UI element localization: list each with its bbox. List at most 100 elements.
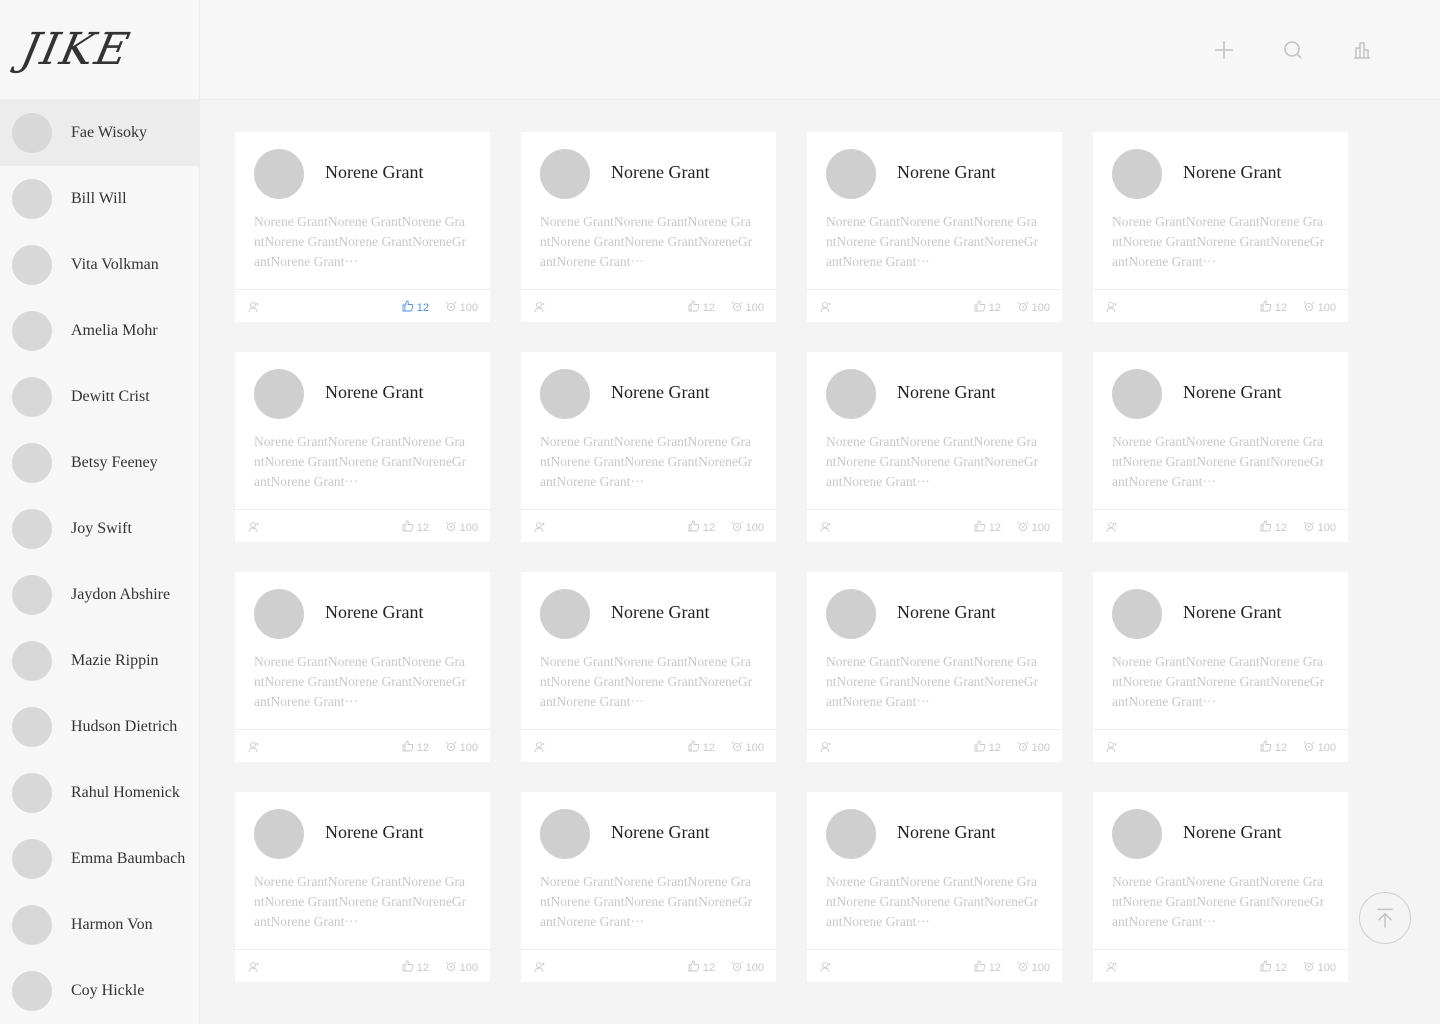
author-avatar[interactable]	[540, 369, 590, 419]
post-card[interactable]: Norene Grant Norene GrantNorene GrantNore…	[235, 132, 490, 322]
like-button[interactable]: 12	[402, 300, 429, 315]
author-avatar[interactable]	[826, 809, 876, 859]
follow-user-icon[interactable]	[1106, 961, 1117, 973]
sidebar-user-item[interactable]: Mazie Rippin	[0, 628, 199, 694]
follow-user-icon[interactable]	[248, 961, 259, 973]
sidebar-user-item[interactable]: Coy Hickle	[0, 958, 199, 1024]
author-avatar[interactable]	[1112, 809, 1162, 859]
sidebar-user-item[interactable]: Dewitt Crist	[0, 364, 199, 430]
follow-user-icon[interactable]	[248, 741, 259, 753]
author-avatar[interactable]	[540, 149, 590, 199]
author-name[interactable]: Norene Grant	[611, 382, 709, 403]
logo[interactable]: JIKE	[0, 0, 199, 100]
post-card[interactable]: Norene Grant Norene GrantNorene GrantNore…	[235, 792, 490, 982]
follow-user-icon[interactable]	[820, 301, 831, 313]
author-avatar[interactable]	[540, 589, 590, 639]
post-card[interactable]: Norene Grant Norene GrantNorene GrantNore…	[807, 352, 1062, 542]
sidebar-user-item[interactable]: Fae Wisoky	[0, 100, 199, 166]
back-to-top-button[interactable]	[1359, 892, 1411, 944]
sidebar-user-item[interactable]: Vita Volkman	[0, 232, 199, 298]
post-card[interactable]: Norene Grant Norene GrantNorene GrantNore…	[521, 792, 776, 982]
author-name[interactable]: Norene Grant	[1183, 162, 1281, 183]
author-name[interactable]: Norene Grant	[1183, 382, 1281, 403]
post-card[interactable]: Norene Grant Norene GrantNorene GrantNore…	[235, 572, 490, 762]
follow-user-icon[interactable]	[534, 301, 545, 313]
like-button[interactable]: 12	[1260, 960, 1287, 975]
author-avatar[interactable]	[1112, 149, 1162, 199]
post-card[interactable]: Norene Grant Norene GrantNorene GrantNore…	[1093, 572, 1348, 762]
sidebar-user-item[interactable]: Harmon Von	[0, 892, 199, 958]
sidebar-user-item[interactable]: Hudson Dietrich	[0, 694, 199, 760]
author-avatar[interactable]	[540, 809, 590, 859]
author-avatar[interactable]	[1112, 369, 1162, 419]
follow-user-icon[interactable]	[820, 741, 831, 753]
view-count: 100	[1031, 521, 1050, 534]
author-name[interactable]: Norene Grant	[325, 382, 423, 403]
plus-icon[interactable]	[1212, 38, 1236, 62]
like-button[interactable]: 12	[688, 960, 715, 975]
author-name[interactable]: Norene Grant	[325, 822, 423, 843]
author-avatar[interactable]	[826, 149, 876, 199]
author-name[interactable]: Norene Grant	[325, 602, 423, 623]
author-name[interactable]: Norene Grant	[897, 382, 995, 403]
like-button[interactable]: 12	[688, 520, 715, 535]
like-button[interactable]: 12	[974, 960, 1001, 975]
sidebar-user-item[interactable]: Emma Baumbach	[0, 826, 199, 892]
follow-user-icon[interactable]	[534, 741, 545, 753]
like-button[interactable]: 12	[402, 960, 429, 975]
follow-user-icon[interactable]	[820, 961, 831, 973]
author-name[interactable]: Norene Grant	[611, 602, 709, 623]
author-name[interactable]: Norene Grant	[897, 162, 995, 183]
author-name[interactable]: Norene Grant	[325, 162, 423, 183]
follow-user-icon[interactable]	[820, 521, 831, 533]
follow-user-icon[interactable]	[534, 961, 545, 973]
sidebar-user-item[interactable]: Jaydon Abshire	[0, 562, 199, 628]
like-button[interactable]: 12	[688, 740, 715, 755]
follow-user-icon[interactable]	[248, 521, 259, 533]
author-avatar[interactable]	[826, 589, 876, 639]
post-card[interactable]: Norene Grant Norene GrantNorene GrantNore…	[807, 572, 1062, 762]
like-button[interactable]: 12	[1260, 740, 1287, 755]
like-button[interactable]: 12	[402, 520, 429, 535]
author-name[interactable]: Norene Grant	[897, 602, 995, 623]
author-avatar[interactable]	[826, 369, 876, 419]
author-avatar[interactable]	[254, 809, 304, 859]
author-avatar[interactable]	[254, 149, 304, 199]
sidebar-user-item[interactable]: Bill Will	[0, 166, 199, 232]
author-name[interactable]: Norene Grant	[1183, 822, 1281, 843]
like-button[interactable]: 12	[402, 740, 429, 755]
follow-user-icon[interactable]	[534, 521, 545, 533]
author-name[interactable]: Norene Grant	[611, 822, 709, 843]
like-button[interactable]: 12	[1260, 520, 1287, 535]
sidebar-user-item[interactable]: Betsy Feeney	[0, 430, 199, 496]
follow-user-icon[interactable]	[1106, 521, 1117, 533]
post-card[interactable]: Norene Grant Norene GrantNorene GrantNore…	[521, 352, 776, 542]
follow-user-icon[interactable]	[1106, 301, 1117, 313]
post-card[interactable]: Norene Grant Norene GrantNorene GrantNore…	[521, 132, 776, 322]
post-card[interactable]: Norene Grant Norene GrantNorene GrantNore…	[807, 792, 1062, 982]
post-card[interactable]: Norene Grant Norene GrantNorene GrantNore…	[235, 352, 490, 542]
post-card[interactable]: Norene Grant Norene GrantNorene GrantNore…	[521, 572, 776, 762]
follow-user-icon[interactable]	[248, 301, 259, 313]
sidebar-user-item[interactable]: Joy Swift	[0, 496, 199, 562]
author-avatar[interactable]	[1112, 589, 1162, 639]
sidebar-user-item[interactable]: Amelia Mohr	[0, 298, 199, 364]
like-button[interactable]: 12	[1260, 300, 1287, 315]
sidebar-user-item[interactable]: Rahul Homenick	[0, 760, 199, 826]
author-name[interactable]: Norene Grant	[1183, 602, 1281, 623]
post-card[interactable]: Norene Grant Norene GrantNorene GrantNore…	[1093, 792, 1348, 982]
post-card[interactable]: Norene Grant Norene GrantNorene GrantNore…	[1093, 352, 1348, 542]
post-card[interactable]: Norene Grant Norene GrantNorene GrantNore…	[1093, 132, 1348, 322]
author-avatar[interactable]	[254, 589, 304, 639]
follow-user-icon[interactable]	[1106, 741, 1117, 753]
like-button[interactable]: 12	[974, 740, 1001, 755]
author-name[interactable]: Norene Grant	[611, 162, 709, 183]
like-button[interactable]: 12	[974, 520, 1001, 535]
author-avatar[interactable]	[254, 369, 304, 419]
like-button[interactable]: 12	[974, 300, 1001, 315]
author-name[interactable]: Norene Grant	[897, 822, 995, 843]
chart-icon[interactable]	[1350, 38, 1374, 62]
post-card[interactable]: Norene Grant Norene GrantNorene GrantNore…	[807, 132, 1062, 322]
search-icon[interactable]	[1281, 38, 1305, 62]
like-button[interactable]: 12	[688, 300, 715, 315]
